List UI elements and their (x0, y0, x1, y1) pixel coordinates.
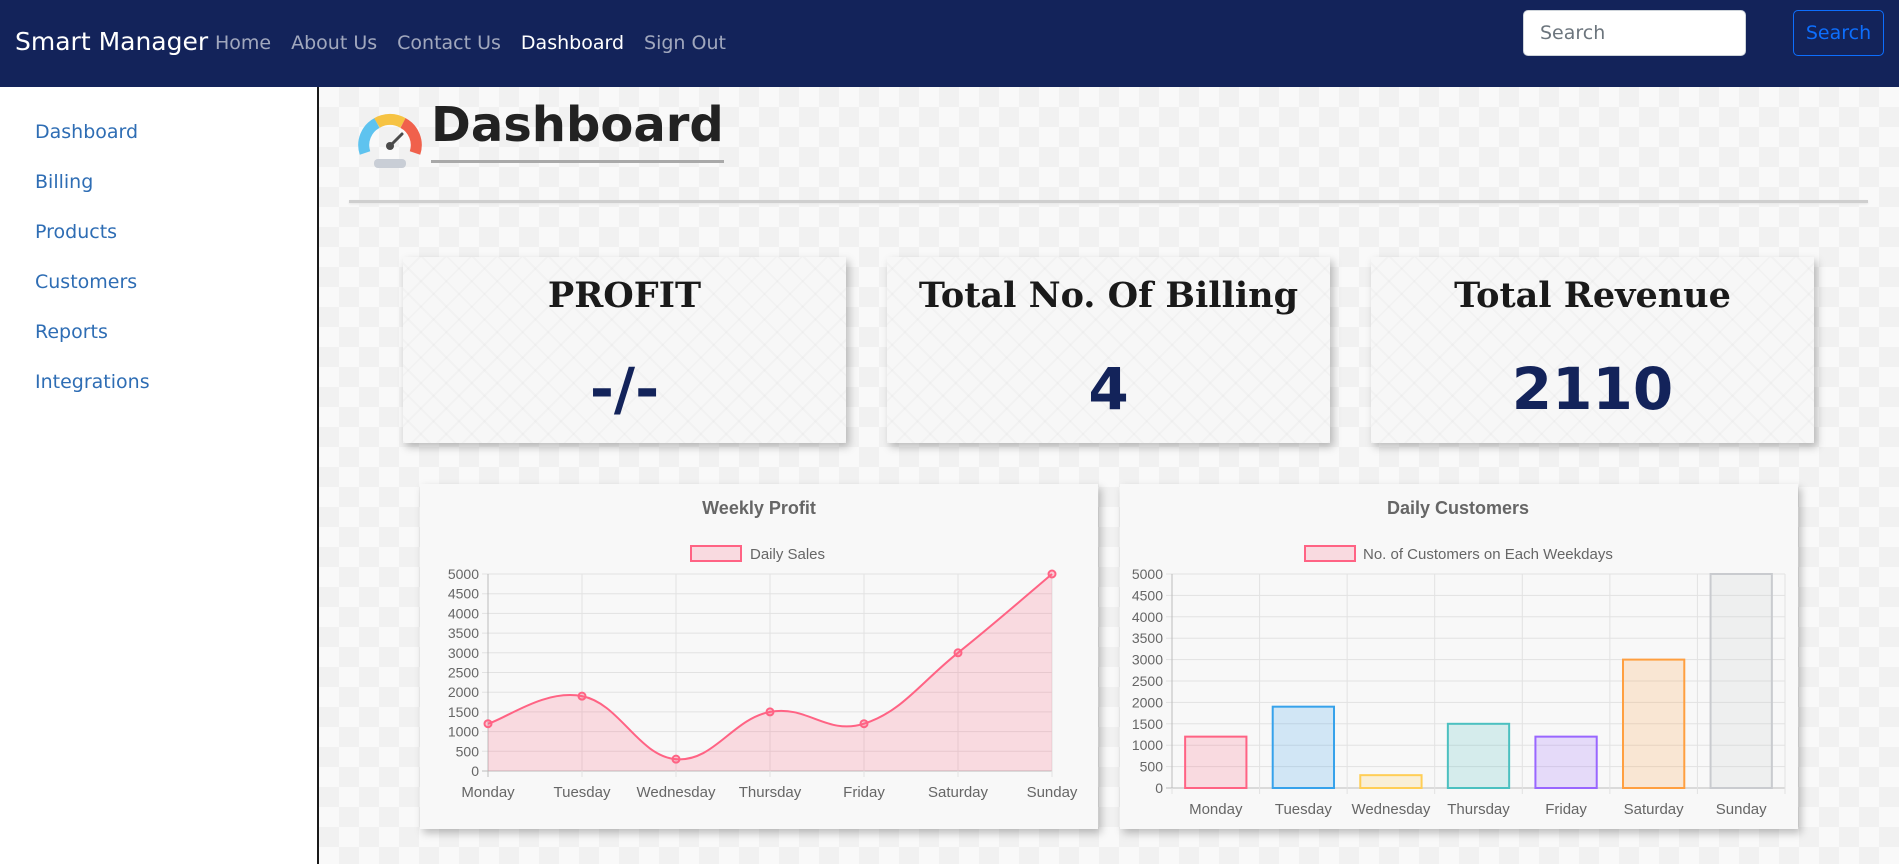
nav-links: Home About Us Contact Us Dashboard Sign … (215, 32, 746, 54)
x-tick-label: Tuesday (554, 784, 611, 801)
x-tick-label: Friday (1545, 801, 1587, 818)
data-point (483, 719, 493, 729)
y-tick-label: 500 (456, 743, 480, 759)
x-tick-label: Wednesday (637, 784, 716, 801)
y-tick-label: 1500 (448, 704, 479, 720)
nav-link-home[interactable]: Home (215, 32, 271, 54)
y-tick-label: 2500 (1132, 673, 1163, 689)
x-tick-label: Friday (843, 784, 885, 801)
sidebar: Dashboard Billing Products Customers Rep… (0, 87, 319, 864)
nav-link-about-us[interactable]: About Us (291, 32, 377, 54)
y-tick-label: 5000 (448, 566, 479, 582)
bar (1621, 658, 1686, 789)
y-tick-label: 4500 (1132, 587, 1163, 603)
x-tick-label: Monday (1189, 801, 1243, 818)
top-navbar: Smart Manager Home About Us Contact Us D… (0, 0, 1899, 87)
main-content: Dashboard PROFIT -/- Total No. Of Billin… (319, 87, 1899, 864)
stat-title: PROFIT (547, 275, 702, 316)
y-tick-label: 2000 (448, 684, 479, 700)
y-tick-label: 5000 (1132, 566, 1163, 582)
daily-customers-chart: Daily Customers No. of Customers on Each… (1132, 498, 1786, 818)
y-tick-label: 4000 (448, 605, 479, 621)
y-tick-label: 0 (471, 763, 479, 779)
bar (1359, 774, 1423, 790)
x-tick-label: Monday (461, 784, 515, 801)
chart-title: Daily Customers (1387, 498, 1529, 518)
brand-link[interactable]: Smart Manager (15, 27, 208, 56)
data-point (953, 648, 963, 658)
nav-link-sign-out[interactable]: Sign Out (644, 32, 726, 54)
stat-title: Total No. Of Billing (918, 275, 1299, 316)
revenue-card: Total Revenue 2110 (1371, 257, 1814, 443)
data-point (577, 691, 587, 701)
legend-swatch[interactable] (690, 545, 742, 562)
data-point (765, 707, 775, 717)
sidebar-item-customers[interactable]: Customers (35, 271, 137, 293)
sidebar-item-billing[interactable]: Billing (35, 171, 93, 193)
x-tick-label: Sunday (1027, 784, 1078, 801)
nav-link-contact-us[interactable]: Contact Us (397, 32, 501, 54)
header-divider (349, 200, 1868, 203)
profit-card: PROFIT -/- (403, 257, 846, 443)
sidebar-item-integrations[interactable]: Integrations (35, 371, 150, 393)
speedometer-icon (358, 113, 422, 168)
nav-link-dashboard[interactable]: Dashboard (521, 32, 624, 54)
sidebar-item-products[interactable]: Products (35, 221, 117, 243)
y-tick-label: 500 (1140, 759, 1164, 775)
y-tick-label: 4500 (448, 586, 479, 602)
x-tick-label: Thursday (1447, 801, 1510, 818)
data-point (671, 754, 681, 764)
y-tick-label: 3500 (1132, 630, 1163, 646)
bar (1709, 573, 1773, 789)
stat-title: Total Revenue (1454, 275, 1731, 316)
chart-title: Weekly Profit (702, 498, 816, 518)
search-button[interactable]: Search (1793, 10, 1884, 56)
y-tick-label: 3000 (1132, 652, 1163, 668)
billing-count-card: Total No. Of Billing 4 (887, 257, 1330, 443)
data-point (1047, 569, 1057, 579)
daily-customers-chart-card: Daily Customers No. of Customers on Each… (1120, 484, 1798, 829)
page-title: Dashboard (431, 99, 724, 163)
sidebar-item-dashboard[interactable]: Dashboard (35, 121, 138, 143)
y-tick-label: 3000 (448, 645, 479, 661)
x-tick-label: Saturday (928, 784, 989, 801)
legend-label[interactable]: Daily Sales (750, 546, 825, 563)
y-tick-label: 1000 (448, 724, 479, 740)
y-tick-label: 2000 (1132, 694, 1163, 710)
bar (1184, 735, 1248, 789)
y-tick-label: 1500 (1132, 716, 1163, 732)
sidebar-item-reports[interactable]: Reports (35, 321, 108, 343)
x-tick-label: Thursday (739, 784, 802, 801)
legend-swatch[interactable] (1304, 545, 1356, 562)
search-input[interactable] (1523, 10, 1746, 56)
y-tick-label: 0 (1155, 780, 1163, 796)
weekly-profit-chart: Weekly Profit Daily Sales 0 500 1000 1500 20… (448, 498, 1078, 801)
bar (1446, 722, 1511, 789)
x-tick-label: Saturday (1624, 801, 1685, 818)
data-point (859, 719, 869, 729)
stat-value: 4 (1088, 355, 1129, 423)
y-tick-label: 3500 (448, 625, 479, 641)
y-tick-label: 2500 (448, 665, 479, 681)
legend-label[interactable]: No. of Customers on Each Weekdays (1363, 546, 1613, 563)
bar (1271, 705, 1336, 789)
y-tick-label: 4000 (1132, 609, 1163, 625)
bar (1534, 735, 1598, 789)
y-tick-label: 1000 (1132, 737, 1163, 753)
stat-value: 2110 (1511, 355, 1674, 423)
weekly-profit-chart-card: Weekly Profit Daily Sales 0 500 1000 1500 20… (420, 484, 1098, 829)
x-tick-label: Wednesday (1351, 801, 1430, 818)
x-tick-label: Sunday (1716, 801, 1767, 818)
stat-value: -/- (589, 355, 660, 423)
x-tick-label: Tuesday (1275, 801, 1332, 818)
